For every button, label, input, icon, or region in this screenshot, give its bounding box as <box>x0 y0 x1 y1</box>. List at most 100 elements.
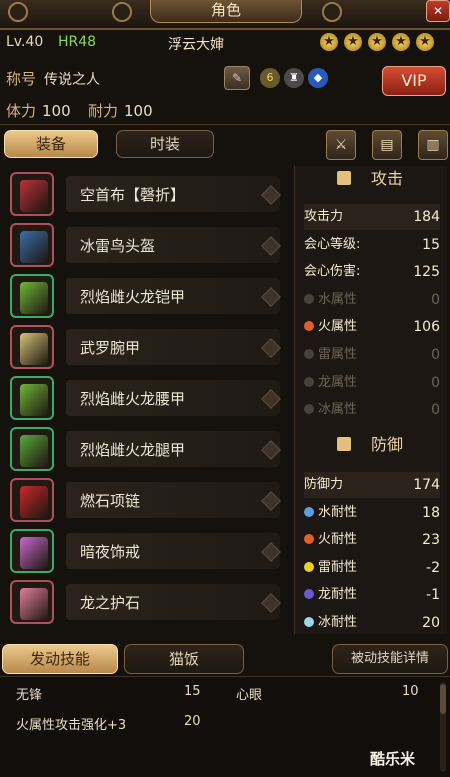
equipment-icon <box>20 384 48 416</box>
attack-stat-label: 雷属性 <box>304 342 357 368</box>
equipment-slot[interactable] <box>10 580 54 624</box>
hunter-rank: HR48 <box>58 34 97 50</box>
defense-stat-row: 雷耐性 -2 <box>304 555 440 581</box>
defense-stat-row: 龙耐性 -1 <box>304 582 440 608</box>
equipment-row[interactable]: 冰雷鸟头盔 <box>10 223 282 269</box>
defense-stat-value: 174 <box>413 477 440 493</box>
defense-stat-name: 冰耐性 <box>318 615 358 630</box>
equipment-slot[interactable] <box>10 376 54 420</box>
star-icon: ★ <box>416 33 434 51</box>
water-icon <box>304 293 314 304</box>
passive-skills-details-button[interactable]: 被动技能详情 <box>332 644 448 674</box>
star-icon: ★ <box>344 33 362 51</box>
thunder-icon <box>304 349 314 359</box>
equipment-slot[interactable] <box>10 274 54 318</box>
close-button[interactable]: ✕ <box>426 0 450 22</box>
defense-stat-value: -1 <box>426 587 440 604</box>
scrollbar-thumb[interactable] <box>440 684 446 714</box>
equipment-row[interactable]: 暗夜饰戒 <box>10 529 282 575</box>
star-icon: ★ <box>368 33 386 51</box>
attack-stat-value: 15 <box>422 236 440 253</box>
attack-stat-value: 184 <box>413 209 440 225</box>
equipment-name: 龙之护石 <box>80 594 141 612</box>
stamina-stat: 体力 100 <box>6 100 71 121</box>
attack-stat-value: 0 <box>431 291 440 308</box>
equipment-row[interactable]: 武罗腕甲 <box>10 325 282 371</box>
shield-icon <box>336 437 351 451</box>
book-icon[interactable]: ▥ <box>418 130 448 160</box>
divider <box>0 124 450 125</box>
endurance-stat: 耐力 100 <box>88 100 153 121</box>
equipment-icon <box>20 282 48 314</box>
window-title: 角色 <box>150 0 302 23</box>
skill-value: 20 <box>184 714 201 729</box>
star-icon: ★ <box>320 33 338 51</box>
dragon-icon <box>304 376 314 387</box>
equipment-name: 燃石项链 <box>80 492 141 510</box>
rank-badge-icon[interactable]: 6 <box>260 68 280 88</box>
equipment-icon <box>20 435 48 467</box>
tab-fashion[interactable]: 时装 <box>116 130 214 158</box>
tab-active-skills[interactable]: 发动技能 <box>2 644 118 674</box>
defense-stat-row: 防御力 174 <box>304 472 440 498</box>
defense-stat-name: 防御力 <box>304 477 344 492</box>
attack-stat-label: 攻击力 <box>304 204 343 230</box>
player-name: 浮云大婶 <box>168 37 224 53</box>
attack-stat-value: 0 <box>431 402 440 419</box>
equipment-row[interactable]: 龙之护石 <box>10 580 282 626</box>
attack-stat-name: 会心伤害: <box>304 264 361 280</box>
attack-stat-label: 会心伤害: <box>304 259 360 285</box>
guild-icon[interactable]: ♜ <box>284 68 304 88</box>
attack-stat-value: 0 <box>431 374 440 391</box>
equipment-row[interactable]: 燃石项链 <box>10 478 282 524</box>
equipment-icon <box>20 537 48 569</box>
watermark: 酷乐米 <box>370 750 416 768</box>
attack-stat-row: 攻击力 184 <box>304 204 440 230</box>
skill-value: 10 <box>402 684 419 699</box>
ornament-icon <box>322 2 342 22</box>
attack-stat-value: 125 <box>413 264 440 281</box>
attack-stat-label: 火属性 <box>304 314 357 340</box>
attack-stat-name: 冰属性 <box>318 402 358 418</box>
tab-equipment[interactable]: 装备 <box>4 130 98 158</box>
equipment-icon <box>20 231 48 263</box>
equipment-slot[interactable] <box>10 529 54 573</box>
attack-stat-row: 龙属性 0 <box>304 370 440 396</box>
equipment-slot[interactable] <box>10 223 54 267</box>
attack-stat-row: 会心等级: 15 <box>304 232 440 258</box>
attack-header: 攻击 <box>294 166 446 192</box>
defense-stat-name: 水耐性 <box>318 504 358 520</box>
defense-stat-value: 18 <box>422 504 440 521</box>
equipment-name: 空首布【磬折】 <box>80 186 186 204</box>
ice-icon <box>304 617 314 627</box>
fire-icon <box>304 534 314 545</box>
equipment-row[interactable]: 烈焰雌火龙铠甲 <box>10 274 282 320</box>
equipment-row[interactable]: 烈焰雌火龙腿甲 <box>10 427 282 473</box>
attack-stat-name: 攻击力 <box>304 209 344 224</box>
defense-stat-name: 火耐性 <box>318 532 358 548</box>
ornament-icon <box>112 2 132 22</box>
tab-cat-meal[interactable]: 猫饭 <box>124 644 244 674</box>
fire-icon <box>304 321 314 332</box>
equipment-row[interactable]: 空首布【磬折】 <box>10 172 282 218</box>
equipment-slot[interactable] <box>10 478 54 522</box>
attack-stat-value: 106 <box>413 319 440 336</box>
star-icon: ★ <box>392 33 410 51</box>
defense-stat-name: 雷耐性 <box>318 559 358 575</box>
equipment-slot[interactable] <box>10 325 54 369</box>
equipment-icon <box>20 588 48 620</box>
dragon-icon <box>304 589 314 600</box>
edit-title-button[interactable]: ✎ <box>224 66 250 90</box>
equipment-slot[interactable] <box>10 172 54 216</box>
vip-button[interactable]: VIP <box>382 66 446 96</box>
scroll-icon[interactable]: ▤ <box>372 130 402 160</box>
equipment-slot[interactable] <box>10 427 54 471</box>
equipment-row[interactable]: 烈焰雌火龙腰甲 <box>10 376 282 422</box>
weapon-view-icon[interactable]: ⚔ <box>326 130 356 160</box>
defense-stat-row: 水耐性 18 <box>304 500 440 526</box>
diamond-icon[interactable]: ◆ <box>308 68 328 88</box>
defense-stat-label: 雷耐性 <box>304 555 357 581</box>
endurance-value: 100 <box>124 102 153 120</box>
attack-stat-label: 水属性 <box>304 287 357 313</box>
defense-stat-label: 火耐性 <box>304 527 357 553</box>
